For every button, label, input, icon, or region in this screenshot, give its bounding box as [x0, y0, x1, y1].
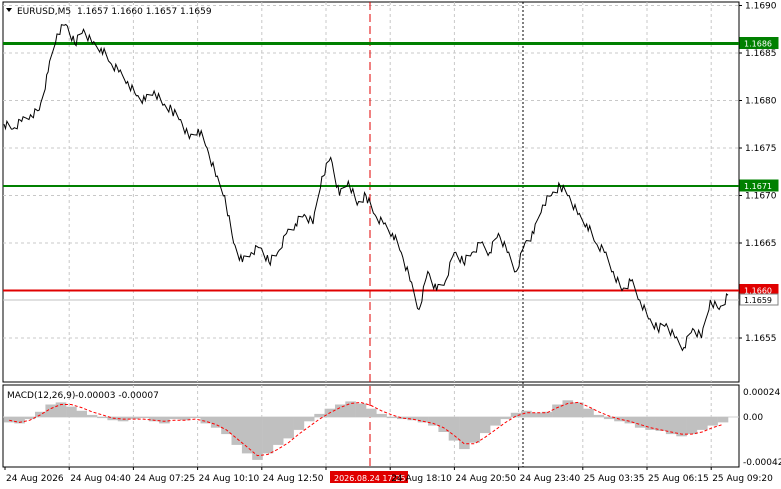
- macd-histogram-bar: [634, 417, 646, 428]
- price-tick-label: 1.1685: [745, 49, 777, 59]
- macd-histogram-bar: [448, 417, 460, 441]
- macd-histogram-bar: [717, 417, 729, 423]
- macd-histogram-bar: [252, 417, 263, 460]
- price-tick-label: 1.1665: [745, 239, 777, 249]
- level-tag-label: 1.1671: [744, 182, 772, 191]
- time-tick-label: 24 Aug 2026: [6, 474, 64, 484]
- time-tick-label: 24 Aug 18:10: [391, 474, 452, 484]
- macd-histogram-bar: [438, 417, 449, 432]
- macd-histogram-bar: [376, 413, 387, 417]
- macd-histogram-bar: [531, 412, 543, 417]
- macd-histogram-bar: [479, 417, 491, 434]
- chart-canvas[interactable]: 1.1690 1.1685 1.1680 1.1675 1.1670 1.1665 1.16…: [0, 0, 781, 489]
- macd-histogram-bar: [469, 417, 480, 443]
- price-tick-label: 1.1690: [745, 2, 777, 12]
- level-tag-label: 1.1686: [744, 40, 772, 49]
- macd-values: -0.00003 -0.00007: [75, 391, 159, 401]
- macd-histogram-bar: [500, 417, 512, 420]
- macd-histogram-bar: [272, 417, 284, 445]
- macd-histogram-bar: [707, 417, 718, 426]
- macd-histogram-bar: [697, 417, 708, 430]
- macd-histogram-bar: [428, 417, 439, 426]
- level-tag-label: 1.1659: [744, 296, 772, 305]
- macd-histogram-bar: [97, 417, 108, 419]
- macd-histogram-bar: [303, 417, 315, 422]
- time-tick-label: 24 Aug 04:40: [70, 474, 131, 484]
- price-tick-label: 1.1655: [745, 334, 777, 344]
- time-tick-label: 25 Aug 09:20: [712, 474, 773, 484]
- macd-histogram-bar: [686, 417, 698, 435]
- price-tick-label: 1.1675: [745, 144, 777, 154]
- macd-histogram-bar: [241, 417, 253, 454]
- macd-histogram-bar: [262, 417, 274, 454]
- macd-histogram-bar: [169, 417, 181, 420]
- macd-histogram-bar: [572, 402, 584, 417]
- time-tick-label: 24 Aug 12:50: [263, 474, 324, 484]
- time-tick-label: 24 Aug 23:40: [520, 474, 581, 484]
- macd-histogram-bar: [355, 403, 367, 417]
- macd-name[interactable]: MACD(12,26,9): [7, 391, 75, 401]
- macd-histogram-bar: [86, 414, 98, 417]
- time-tick-label: 24 Aug 10:10: [199, 474, 260, 484]
- price-tick-label: 1.1680: [745, 97, 777, 107]
- macd-histogram-bar: [4, 417, 15, 423]
- macd-tick-label: 0.00024: [743, 388, 780, 398]
- macd-histogram-bar: [159, 417, 170, 424]
- macd-histogram-bar: [210, 417, 222, 428]
- macd-histogram-bar: [593, 414, 605, 417]
- time-tick-label: 25 Aug 06:15: [648, 474, 709, 484]
- macd-histogram-bar: [138, 417, 150, 419]
- price-tick-label: 1.1670: [745, 192, 777, 202]
- macd-histogram-bar: [293, 417, 305, 430]
- macd-histogram-bar: [583, 408, 594, 417]
- macd-histogram-bar: [386, 417, 398, 419]
- ohlc-readout: 1.1657 1.1660 1.1657 1.1659: [77, 7, 212, 17]
- macd-histogram-bar: [66, 406, 77, 417]
- macd-histogram-bar: [190, 417, 201, 419]
- macd-tick-label: 0.00: [743, 413, 763, 423]
- macd-tick-label: -0.00042: [743, 458, 781, 468]
- macd-histogram-bar: [231, 417, 243, 445]
- macd-histogram-bar: [490, 417, 501, 426]
- symbol-name[interactable]: EURUSD,M5: [17, 7, 71, 17]
- macd-histogram-bar: [283, 417, 294, 439]
- time-tick-label: 25 Aug 03:35: [584, 474, 645, 484]
- macd-histogram-bar: [345, 401, 356, 417]
- time-tick-label: 24 Aug 20:50: [455, 474, 516, 484]
- macd-histogram-bar: [366, 408, 377, 417]
- macd-histogram-bar: [76, 410, 87, 418]
- macd-histogram-bar: [314, 413, 325, 417]
- macd-histogram-bar: [221, 417, 232, 435]
- time-tick-label: 24 Aug 07:25: [134, 474, 195, 484]
